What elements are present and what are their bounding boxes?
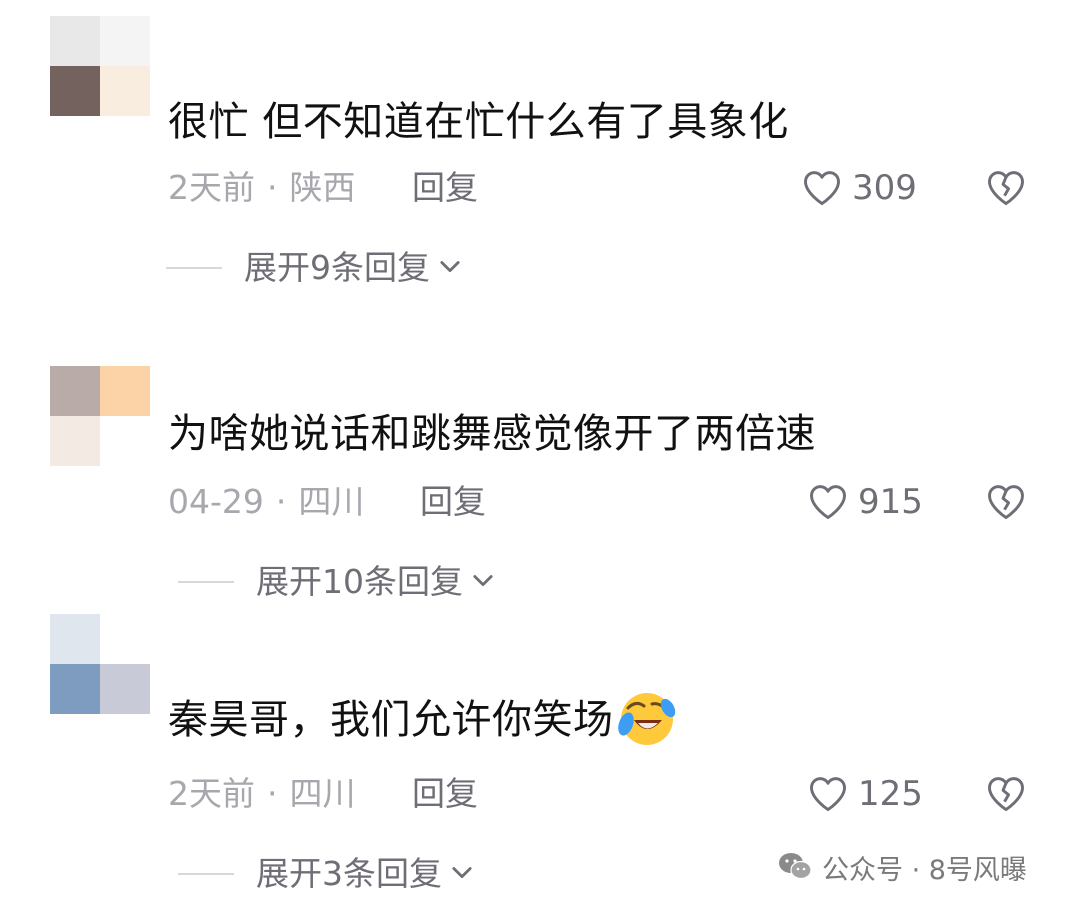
comment-text: 秦昊哥，我们允许你笑场 [168,693,676,748]
like-button[interactable]: 915 [806,480,923,524]
avatar-pixel [100,66,150,116]
expand-replies-button[interactable]: 展开3条回复 [178,852,476,896]
avatar-pixel [50,66,100,116]
dislike-button[interactable] [984,480,1028,528]
meta-separator: · [267,774,278,813]
reply-button[interactable]: 回复 [420,480,486,524]
chevron-down-icon [442,858,476,890]
comment-time: 2天前 [168,774,255,813]
heart-outline-icon [800,166,844,210]
wechat-icon [778,851,812,885]
heart-outline-icon [806,480,850,524]
avatar[interactable] [50,614,150,714]
expand-divider [178,581,234,583]
avatar-pixel [100,366,150,416]
like-button[interactable]: 125 [806,772,923,816]
comment-text-content: 很忙 但不知道在忙什么有了具象化 [168,99,789,145]
reply-button[interactable]: 回复 [412,166,478,210]
broken-heart-icon [984,777,1028,820]
expand-divider [166,267,222,269]
watermark-text: 公众号 · 8号风曝 [822,855,1027,886]
avatar-pixel [100,664,150,714]
avatar-pixel [100,16,150,66]
comment-text: 很忙 但不知道在忙什么有了具象化 [168,96,789,148]
avatar-pixel [50,416,100,466]
like-count: 915 [858,482,923,522]
dislike-button[interactable] [984,772,1028,820]
comment-text-content: 秦昊哥，我们允许你笑场 [168,697,614,743]
comment-time: 04-29 [168,482,264,521]
expand-replies-button[interactable]: 展开9条回复 [166,246,464,290]
chevron-down-icon [463,566,497,598]
laughing-crying-emoji-icon [616,688,676,748]
comment-text-content: 为啥她说话和跳舞感觉像开了两倍速 [168,411,816,457]
comment-meta: 04-29 · 四川 [168,480,364,524]
watermark: 公众号 · 8号风曝 [778,848,1027,887]
comment-location: 四川 [289,774,356,813]
like-button[interactable]: 309 [800,166,917,210]
comment-time: 2天前 [168,168,255,207]
avatar-pixel [50,366,100,416]
broken-heart-icon [984,485,1028,528]
expand-divider [178,873,234,875]
heart-outline-icon [806,772,850,816]
like-count: 125 [858,774,923,814]
avatar-pixel [50,16,100,66]
reply-button[interactable]: 回复 [412,772,478,816]
avatar-pixel [100,614,150,664]
avatar-pixel [100,416,150,466]
dislike-button[interactable] [984,166,1028,214]
meta-separator: · [275,482,287,521]
expand-replies-label: 展开10条回复 [256,562,463,601]
comment-meta: 2天前 · 陕西 [168,166,356,210]
like-count: 309 [852,168,917,208]
broken-heart-icon [984,171,1028,214]
expand-replies-button[interactable]: 展开10条回复 [178,560,497,604]
avatar[interactable] [50,16,150,116]
chevron-down-icon [430,252,464,284]
expand-replies-label: 展开9条回复 [244,248,430,287]
meta-separator: · [267,168,278,207]
comment-text: 为啥她说话和跳舞感觉像开了两倍速 [168,408,816,460]
avatar-pixel [50,614,100,664]
expand-replies-label: 展开3条回复 [256,854,442,893]
avatar-pixel [50,664,100,714]
avatar[interactable] [50,366,150,466]
comment-location: 陕西 [289,168,356,207]
comment-location: 四川 [298,482,365,521]
comment-meta: 2天前 · 四川 [168,772,356,816]
